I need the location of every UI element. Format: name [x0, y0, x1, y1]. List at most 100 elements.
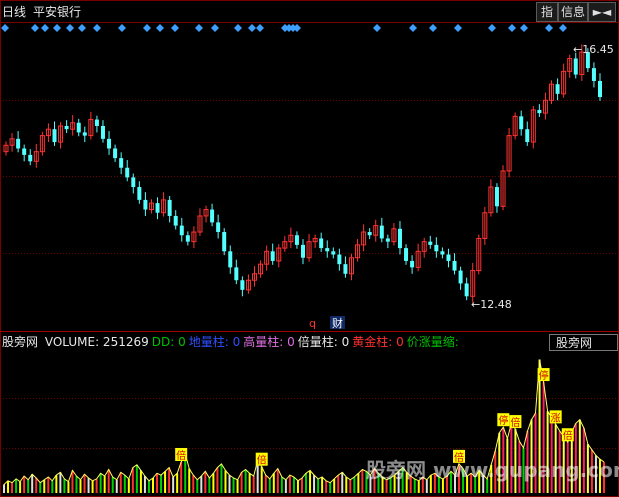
signal-diamond — [454, 24, 462, 32]
candle-body — [452, 260, 457, 271]
bar-tag: 涨 — [551, 412, 561, 424]
candle-body — [519, 116, 524, 130]
candle-body — [410, 260, 415, 268]
index-button[interactable]: 指 — [536, 2, 558, 22]
high-price-label: ←16.45 — [573, 43, 614, 56]
candle-body — [64, 125, 69, 130]
legend-entry: DD: 0 — [151, 335, 186, 349]
candle-body — [173, 215, 178, 226]
signal-diamond — [211, 24, 219, 32]
candle-body — [385, 238, 390, 242]
signal-diamond — [118, 24, 126, 32]
bar-tag: 倍 — [257, 454, 267, 467]
candle-body — [125, 167, 130, 178]
price-volume-chart: ←16.45←12.48q 财股旁网倍 倍倍 涨停停倍倍股旁网 www.gupang.… — [0, 0, 619, 497]
signal-diamond — [248, 24, 256, 32]
indicator-selector[interactable]: 股旁网 — [556, 335, 592, 350]
bar-tag: 停 — [498, 414, 508, 427]
signal-diamond — [429, 24, 437, 32]
candle-body — [131, 177, 136, 188]
info-button[interactable]: 信息 — [558, 2, 588, 22]
candle-body — [537, 109, 542, 114]
signal-diamond — [234, 24, 242, 32]
candle-body — [22, 148, 27, 155]
legend-entry: 地量柱: 0 — [188, 335, 241, 349]
event-mark-q: q — [309, 317, 316, 330]
candle-body — [434, 244, 439, 252]
signal-diamond — [171, 24, 179, 32]
candle-body — [525, 129, 530, 143]
candle-body — [458, 270, 463, 284]
candle-body — [331, 251, 336, 255]
signal-diamond — [31, 24, 39, 32]
signal-diamond — [373, 24, 381, 32]
candle-body — [228, 251, 233, 268]
event-mark-cai: 财 — [332, 316, 343, 330]
candle-body — [379, 225, 384, 239]
candle-body — [397, 228, 402, 249]
bar-tag: 倍 — [563, 429, 573, 442]
signal-diamond — [41, 24, 49, 32]
legend-entry: 高量柱: 0 — [243, 335, 295, 349]
low-price-label: ←12.48 — [471, 298, 512, 311]
signal-diamond — [53, 24, 61, 32]
candle-body — [137, 187, 142, 200]
candle-body — [294, 235, 299, 245]
candle-body — [337, 254, 342, 265]
candle-body — [16, 138, 21, 149]
candle-body — [222, 232, 227, 252]
candle-body — [52, 129, 57, 143]
watermark: 股旁网 www.gupang.com — [366, 458, 619, 482]
candle-body — [113, 148, 118, 159]
legend-entry: 黄金柱: 0 — [352, 335, 404, 349]
stock-name: 平安银行 — [33, 5, 82, 19]
bar-tag: 停 — [539, 369, 549, 382]
signal-diamond — [293, 24, 301, 32]
candle-body — [119, 158, 124, 168]
signal-diamond — [66, 24, 74, 32]
signal-diamond — [143, 24, 151, 32]
arrow-toggle-icon[interactable]: ►◄ — [588, 2, 616, 22]
period-label[interactable]: 日线 — [2, 2, 26, 22]
candle-body — [216, 222, 221, 233]
candle-body — [28, 154, 33, 162]
signal-diamond — [156, 24, 164, 32]
bar-tag: 倍 — [510, 416, 520, 429]
candle-body — [301, 244, 305, 258]
candle-body — [179, 225, 184, 236]
candle-body — [240, 280, 245, 290]
candle-body — [343, 264, 348, 274]
candle-body — [319, 238, 324, 249]
signal-diamond — [1, 24, 9, 32]
signal-diamond — [78, 24, 86, 32]
candle-body — [573, 58, 578, 75]
signal-diamond — [93, 24, 101, 32]
candle-body — [555, 84, 560, 94]
signal-diamond — [488, 24, 496, 32]
candle-body — [167, 199, 172, 216]
legend-entry: 倍量柱: 0 — [297, 335, 350, 349]
legend-entry: 价涨量缩: — [406, 335, 459, 349]
candle-body — [440, 251, 445, 255]
candle-body — [591, 68, 596, 81]
legend-entry: VOLUME: 251269 — [44, 335, 149, 349]
signal-diamond — [195, 24, 203, 32]
candle-body — [404, 248, 409, 261]
candle-body — [185, 235, 190, 242]
candle-body — [107, 138, 112, 149]
candle-body — [143, 199, 148, 210]
candle-body — [367, 232, 372, 236]
candle-body — [82, 132, 87, 136]
candle-body — [234, 267, 239, 281]
candle-body — [494, 187, 499, 207]
candle-body — [325, 248, 330, 252]
signal-diamond — [559, 24, 567, 32]
bar-tag: 倍 — [176, 449, 186, 462]
signal-diamond — [256, 24, 264, 32]
candle-body — [270, 251, 275, 261]
candle-body — [100, 125, 105, 139]
candle-body — [155, 203, 160, 213]
candle-body — [94, 119, 99, 126]
candle-body — [428, 241, 433, 245]
candle-body — [446, 254, 451, 261]
